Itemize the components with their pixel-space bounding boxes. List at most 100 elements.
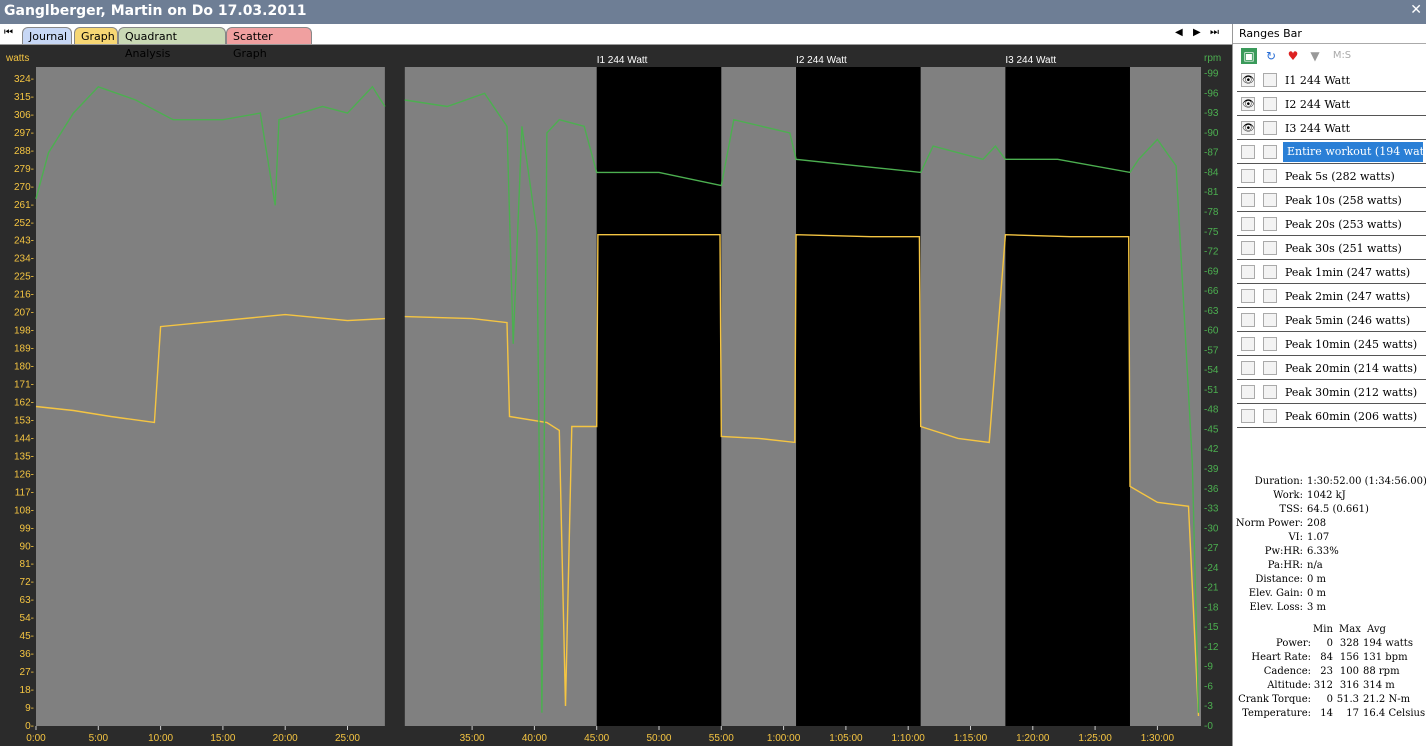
range-checkbox[interactable] xyxy=(1263,169,1277,183)
range-checkbox[interactable] xyxy=(1263,361,1277,375)
ms-toggle[interactable]: M:S xyxy=(1327,48,1357,64)
heart-icon[interactable]: ♥ xyxy=(1285,48,1301,64)
y-left-tick-label: 189- xyxy=(14,344,34,355)
summary-value: 0 m xyxy=(1307,588,1327,599)
close-icon[interactable]: ✕ xyxy=(1410,2,1422,18)
summary-value: 1.07 xyxy=(1307,532,1330,543)
eye-icon[interactable]: 👁 xyxy=(1241,73,1255,87)
y-right-tick-label: -69 xyxy=(1204,266,1219,277)
range-item[interactable]: 👁 I1 244 Watt xyxy=(1237,70,1426,92)
visibility-checkbox[interactable] xyxy=(1241,169,1255,183)
visibility-checkbox[interactable] xyxy=(1241,289,1255,303)
range-checkbox[interactable] xyxy=(1263,217,1277,231)
summary-key: Elev. Gain: xyxy=(1248,588,1303,599)
range-item[interactable]: 👁 I3 244 Watt xyxy=(1237,118,1426,140)
visibility-checkbox[interactable] xyxy=(1241,337,1255,351)
y-left-tick-label: 198- xyxy=(14,326,34,337)
range-checkbox[interactable] xyxy=(1263,289,1277,303)
y-left-tick-label: 117- xyxy=(15,487,34,498)
y-right-tick-label: -81 xyxy=(1204,187,1219,198)
last-page-icon[interactable]: ⏭ xyxy=(1210,27,1219,38)
visibility-checkbox[interactable] xyxy=(1241,385,1255,399)
summary-key: Norm Power: xyxy=(1235,518,1303,529)
y-left-tick-label: 324- xyxy=(14,74,34,85)
range-item[interactable]: Peak 30min (212 watts) xyxy=(1237,382,1426,404)
range-item[interactable]: Peak 20s (253 watts) xyxy=(1237,214,1426,236)
y-left-tick-label: 90- xyxy=(20,541,34,552)
stats-cell-max: 156 xyxy=(1339,652,1359,663)
visibility-checkbox[interactable] xyxy=(1241,361,1255,375)
range-checkbox[interactable] xyxy=(1263,337,1277,351)
range-checkbox[interactable] xyxy=(1263,265,1277,279)
range-checkbox[interactable] xyxy=(1263,241,1277,255)
data-gap xyxy=(384,67,405,726)
tab-scatter-graph[interactable]: Scatter Graph xyxy=(226,27,312,60)
y-right-tick-label: -78 xyxy=(1204,207,1219,218)
image-icon[interactable]: ▣ xyxy=(1241,48,1257,64)
visibility-checkbox[interactable] xyxy=(1241,265,1255,279)
stats-cell-name: Crank Torque: xyxy=(1238,694,1311,705)
y-left-tick-label: 54- xyxy=(20,613,34,624)
prev-tab-icon[interactable]: ◀ xyxy=(1175,27,1183,38)
tab-journal[interactable]: Journal xyxy=(22,27,72,44)
visibility-checkbox[interactable] xyxy=(1241,145,1255,159)
visibility-checkbox[interactable] xyxy=(1241,217,1255,231)
interval-label: I1 244 Watt xyxy=(597,55,648,66)
visibility-checkbox[interactable] xyxy=(1241,409,1255,423)
funnel-icon[interactable]: ▼ xyxy=(1307,48,1323,64)
range-checkbox[interactable] xyxy=(1263,409,1277,423)
range-item[interactable]: Peak 5min (246 watts) xyxy=(1237,310,1426,332)
y-right-tick-label: -6 xyxy=(1204,681,1213,692)
range-checkbox[interactable] xyxy=(1263,313,1277,327)
eye-icon[interactable]: 👁 xyxy=(1241,97,1255,111)
eye-icon[interactable]: 👁 xyxy=(1241,121,1255,135)
visibility-checkbox[interactable] xyxy=(1241,193,1255,207)
refresh-icon[interactable]: ↻ xyxy=(1263,48,1279,64)
range-checkbox[interactable] xyxy=(1263,385,1277,399)
next-tab-icon[interactable]: ▶ xyxy=(1193,27,1201,38)
range-label: Peak 30min (212 watts) xyxy=(1285,386,1418,399)
range-item[interactable]: Peak 2min (247 watts) xyxy=(1237,286,1426,308)
range-checkbox[interactable] xyxy=(1263,193,1277,207)
range-item[interactable]: Peak 20min (214 watts) xyxy=(1237,358,1426,380)
range-label: Peak 1min (247 watts) xyxy=(1285,266,1411,279)
y-left-tick-label: 0- xyxy=(25,721,34,732)
stats-cell-name: Power: xyxy=(1276,638,1311,649)
y-left-tick-label: 99- xyxy=(20,523,34,534)
range-item[interactable]: Peak 30s (251 watts) xyxy=(1237,238,1426,260)
range-item[interactable]: Peak 10min (245 watts) xyxy=(1237,334,1426,356)
y-right-tick-label: -96 xyxy=(1204,88,1219,99)
visibility-checkbox[interactable] xyxy=(1241,241,1255,255)
range-checkbox[interactable] xyxy=(1263,97,1277,111)
stats-cell-avg: 194 watts xyxy=(1363,638,1413,649)
interval-label: I3 244 Watt xyxy=(1005,55,1056,66)
y-right-tick-label: -21 xyxy=(1204,583,1219,594)
tab-quadrant-analysis[interactable]: Quadrant Analysis xyxy=(118,27,226,60)
ranges-bar-title: Ranges Bar xyxy=(1233,24,1426,44)
range-checkbox[interactable] xyxy=(1263,145,1277,159)
x-tick-label: 1:10:00 xyxy=(892,733,926,744)
range-label: I2 244 Watt xyxy=(1285,98,1351,111)
y-left-tick-label: 243- xyxy=(14,236,34,247)
workout-graph[interactable]: I1 244 Watt I2 244 Watt I3 244 Watt watts rp… xyxy=(0,45,1230,745)
range-item[interactable]: Peak 5s (282 watts) xyxy=(1237,166,1426,188)
summary-key: VI: xyxy=(1288,532,1303,543)
range-item[interactable]: Entire workout (194 watts) xyxy=(1237,142,1426,164)
range-item[interactable]: 👁 I2 244 Watt xyxy=(1237,94,1426,116)
tab-graph[interactable]: Graph xyxy=(74,27,118,44)
range-checkbox[interactable] xyxy=(1263,73,1277,87)
range-label: Peak 5min (246 watts) xyxy=(1285,314,1411,327)
x-tick-label: 55:00 xyxy=(709,733,734,744)
first-page-icon[interactable]: ⏮ xyxy=(4,27,13,38)
range-item[interactable]: Peak 10s (258 watts) xyxy=(1237,190,1426,212)
visibility-checkbox[interactable] xyxy=(1241,313,1255,327)
stats-cell-avg: 131 bpm xyxy=(1363,652,1408,663)
range-checkbox[interactable] xyxy=(1263,121,1277,135)
x-tick-label: 40:00 xyxy=(522,733,547,744)
range-item[interactable]: Peak 1min (247 watts) xyxy=(1237,262,1426,284)
summary-value: 3 m xyxy=(1307,602,1327,613)
range-item[interactable]: Peak 60min (206 watts) xyxy=(1237,406,1426,428)
y-right-tick-label: -60 xyxy=(1204,326,1219,337)
y-right-tick-label: -42 xyxy=(1204,444,1219,455)
y-right-tick-label: -18 xyxy=(1204,602,1219,613)
